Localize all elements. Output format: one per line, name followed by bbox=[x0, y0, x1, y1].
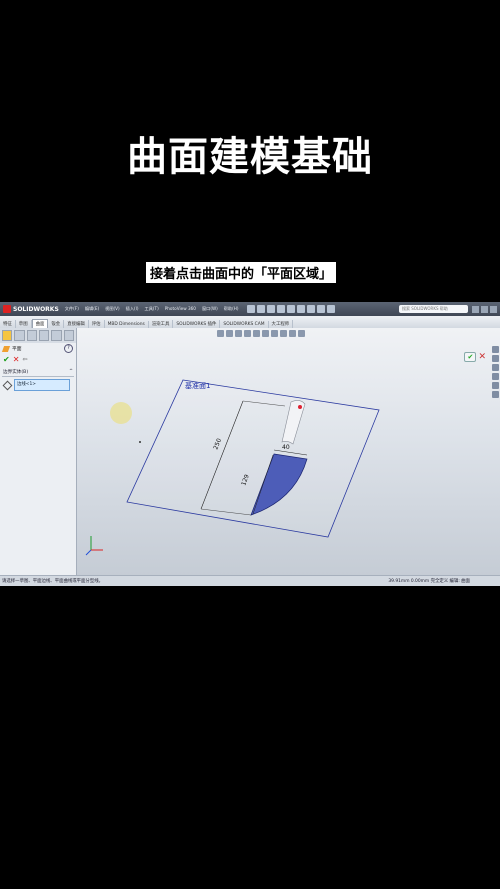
menu-view[interactable]: 视图(V) bbox=[105, 306, 120, 312]
rebuild-icon[interactable] bbox=[316, 305, 325, 313]
property-manager-panel: 平面 ? ✔ ✕ ⇦ 边界实体(B) ^ 边线<1> bbox=[0, 328, 77, 576]
group-title: 边界实体(B) bbox=[3, 370, 29, 375]
pm-title: 平面 bbox=[12, 347, 22, 352]
close-icon[interactable] bbox=[490, 305, 497, 313]
print-icon[interactable] bbox=[286, 305, 295, 313]
quick-access-toolbar bbox=[246, 305, 335, 313]
tab-direct-edit[interactable]: 直接编辑 bbox=[64, 320, 89, 328]
undo-icon[interactable] bbox=[296, 305, 305, 313]
origin-point bbox=[139, 441, 141, 443]
menu-bar: SOLIDWORKS 文件(F) 编辑(E) 视图(V) 插入(I) 工具(T)… bbox=[0, 302, 500, 316]
menu-photoview[interactable]: PhotoView 360 bbox=[165, 306, 196, 312]
status-message: 请选择一草图、平面边线、平面曲线或平面分型线。 bbox=[2, 579, 103, 584]
property-manager-icon[interactable] bbox=[14, 330, 25, 341]
pin-button[interactable]: ⇦ bbox=[22, 356, 27, 363]
tab-render-tools[interactable]: 渲染工具 bbox=[149, 320, 174, 328]
open-icon[interactable] bbox=[266, 305, 275, 313]
status-coordinates: 39.91mm 0.00mm 完全定义 编辑: 曲面 bbox=[388, 579, 470, 584]
logo-icon bbox=[3, 305, 11, 313]
options-icon[interactable] bbox=[326, 305, 335, 313]
dimension-40[interactable]: 40 bbox=[282, 444, 290, 451]
window-controls bbox=[472, 305, 497, 313]
feature-tree-icon[interactable] bbox=[2, 330, 13, 341]
cursor-red-dot bbox=[298, 405, 302, 409]
tab-cam[interactable]: SOLIDWORKS CAM bbox=[220, 321, 269, 328]
plane-label: 基准面1 bbox=[185, 381, 210, 390]
light-indicator bbox=[110, 402, 132, 424]
menu-file[interactable]: 文件(F) bbox=[65, 306, 79, 312]
collapse-icon[interactable]: ^ bbox=[69, 369, 73, 375]
tab-engineer[interactable]: 大工程师 bbox=[269, 320, 294, 328]
menu-help[interactable]: 帮助(H) bbox=[224, 306, 239, 312]
cancel-button[interactable]: ✕ bbox=[13, 355, 20, 364]
menu-tools[interactable]: 工具(T) bbox=[145, 306, 159, 312]
dimxpert-icon[interactable] bbox=[38, 330, 50, 341]
configuration-icon[interactable] bbox=[26, 330, 37, 341]
menu-edit[interactable]: 编辑(E) bbox=[85, 306, 99, 312]
panel-tab-icons bbox=[0, 328, 76, 343]
tab-sketch[interactable]: 草图 bbox=[16, 320, 32, 328]
logo-text: SOLIDWORKS bbox=[13, 305, 59, 313]
planar-surface-icon bbox=[1, 345, 11, 352]
triad-z-axis bbox=[85, 549, 92, 556]
help-search-input[interactable]: 搜索 SOLIDWORKS 帮助 bbox=[399, 305, 468, 313]
pm-actions: ✔ ✕ ⇦ bbox=[0, 354, 76, 365]
display-manager-icon[interactable] bbox=[51, 330, 62, 341]
bounding-entities-group[interactable]: 边界实体(B) ^ bbox=[2, 368, 74, 377]
tab-sheet-metal[interactable]: 钣金 bbox=[48, 320, 65, 328]
edge-selection-icon bbox=[2, 380, 13, 390]
new-icon[interactable] bbox=[256, 305, 265, 313]
tab-mbd[interactable]: MBD Dimensions bbox=[105, 321, 149, 328]
ok-button[interactable]: ✔ bbox=[3, 355, 10, 364]
home-icon[interactable] bbox=[246, 305, 255, 313]
video-subtitle: 接着点击曲面中的「平面区域」 bbox=[146, 262, 337, 283]
solidworks-logo[interactable]: SOLIDWORKS bbox=[0, 305, 65, 313]
model-canvas: 基准面1 250 129 40 bbox=[85, 379, 380, 556]
select-icon[interactable] bbox=[306, 305, 315, 313]
minimize-icon[interactable] bbox=[472, 305, 479, 313]
tab-surfaces[interactable]: 曲面 bbox=[31, 319, 49, 328]
page-title: 曲面建模基础 bbox=[127, 134, 373, 180]
graphics-viewport[interactable]: ✔ ✕ 基准面1 250 129 40 bbox=[77, 328, 500, 576]
selection-box[interactable]: 边线<1> bbox=[14, 379, 70, 391]
pm-title-row: 平面 ? bbox=[0, 343, 76, 354]
menu-window[interactable]: 窗口(W) bbox=[202, 306, 218, 312]
menu-insert[interactable]: 插入(I) bbox=[126, 306, 139, 312]
save-icon[interactable] bbox=[276, 305, 285, 313]
help-icon[interactable]: ? bbox=[64, 344, 73, 353]
tab-evaluate[interactable]: 评估 bbox=[89, 320, 105, 328]
tab-addins[interactable]: SOLIDWORKS 插件 bbox=[173, 320, 221, 328]
tab-features[interactable]: 特征 bbox=[0, 320, 16, 328]
cam-tree-icon[interactable] bbox=[63, 330, 74, 341]
selection-row: 边线<1> bbox=[0, 377, 76, 393]
cad-app-window: SOLIDWORKS 文件(F) 编辑(E) 视图(V) 插入(I) 工具(T)… bbox=[0, 302, 500, 586]
status-bar: 请选择一草图、平面边线、平面曲线或平面分型线。 39.91mm 0.00mm 完… bbox=[0, 575, 500, 586]
menu-list: 文件(F) 编辑(E) 视图(V) 插入(I) 工具(T) PhotoView … bbox=[65, 306, 239, 312]
restore-icon[interactable] bbox=[481, 305, 488, 313]
